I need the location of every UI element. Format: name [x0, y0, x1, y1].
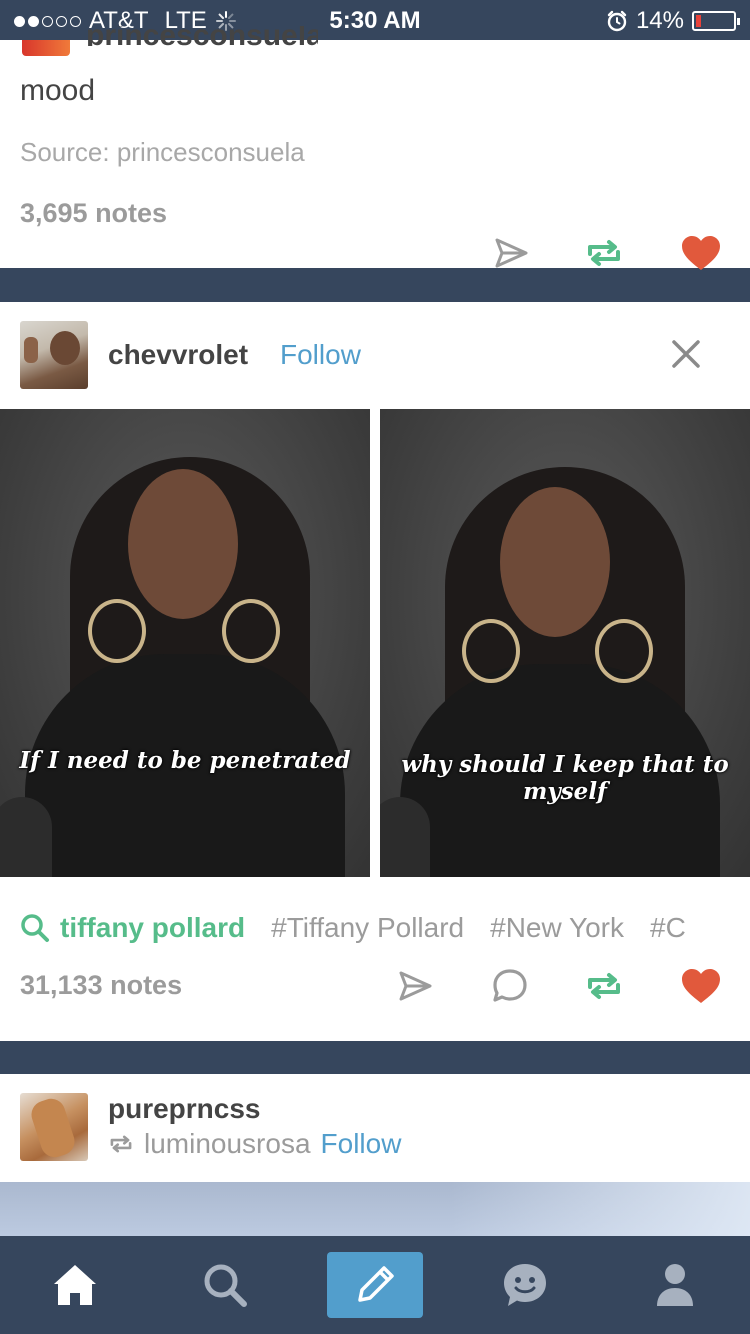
tab-search[interactable]	[150, 1236, 300, 1334]
search-icon	[204, 1264, 247, 1307]
tab-compose[interactable]	[300, 1236, 450, 1334]
follow-button[interactable]: Follow	[280, 339, 361, 371]
tag[interactable]: #Tiffany Pollard	[271, 912, 464, 944]
tag[interactable]: #New York	[490, 912, 624, 944]
tab-messaging[interactable]	[450, 1236, 600, 1334]
search-tag-label: tiffany pollard	[60, 912, 246, 943]
share-button[interactable]	[391, 962, 439, 1010]
gif-frame-left[interactable]: If I need to be penetrated	[0, 409, 370, 877]
reblog-icon	[588, 973, 620, 999]
battery-percent: 14%	[635, 7, 684, 34]
tag-list: tiffany pollard #Tiffany Pollard #New Yo…	[20, 906, 730, 950]
post-source[interactable]: Source: princesconsuela	[20, 137, 305, 168]
tab-home[interactable]	[0, 1236, 150, 1334]
messaging-icon	[504, 1264, 546, 1306]
like-button[interactable]	[677, 229, 725, 277]
post-card: chevvrolet Follow If I need to be penetr…	[0, 302, 750, 1041]
post-username-cropped: princesconsuela	[86, 26, 318, 46]
gif-frame-right[interactable]: why should I keep that to myself	[380, 409, 750, 877]
paper-plane-icon	[495, 238, 528, 268]
dismiss-post-button[interactable]	[666, 334, 706, 374]
reblog-button[interactable]	[580, 962, 628, 1010]
post-card: pureprncss luminousrosa Follow	[0, 1074, 750, 1236]
avatar[interactable]	[20, 321, 88, 389]
reply-button[interactable]	[486, 962, 534, 1010]
compose-button[interactable]	[327, 1252, 423, 1318]
post-image[interactable]	[0, 1182, 750, 1236]
search-tag[interactable]: tiffany pollard	[20, 912, 245, 944]
post-username[interactable]: pureprncss	[108, 1093, 261, 1125]
reblog-attribution: luminousrosa Follow	[108, 1128, 401, 1160]
speech-bubble-icon	[493, 969, 527, 1002]
gif-subtitle: why should I keep that to myself	[401, 751, 729, 805]
pencil-icon	[358, 1266, 394, 1302]
reblog-icon	[110, 1135, 132, 1153]
paper-plane-icon	[399, 971, 432, 1001]
share-button[interactable]	[487, 229, 535, 277]
tag[interactable]: #C	[650, 912, 686, 944]
post-username[interactable]: chevvrolet	[108, 339, 248, 371]
tab-bar	[0, 1236, 750, 1334]
reblog-button[interactable]	[580, 229, 628, 277]
alarm-icon	[607, 10, 627, 32]
post-caption: mood	[20, 74, 96, 107]
follow-button[interactable]: Follow	[321, 1128, 402, 1160]
avatar[interactable]	[22, 40, 70, 56]
avatar[interactable]	[20, 1093, 88, 1161]
search-icon	[21, 914, 49, 942]
heart-icon	[682, 236, 720, 270]
reblog-icon	[588, 240, 620, 266]
home-icon	[54, 1265, 96, 1305]
account-icon	[657, 1264, 693, 1306]
like-button[interactable]	[677, 962, 725, 1010]
notes-count[interactable]: 31,133 notes	[20, 970, 182, 1001]
battery-icon	[692, 11, 740, 31]
post-card: princesconsuela mood Source: princescons…	[0, 26, 750, 270]
notes-count[interactable]: 3,695 notes	[20, 198, 167, 229]
reblogged-from-username[interactable]: luminousrosa	[144, 1128, 311, 1160]
tab-account[interactable]	[600, 1236, 750, 1334]
heart-icon	[682, 969, 720, 1003]
gif-subtitle: If I need to be penetrated	[19, 747, 351, 774]
